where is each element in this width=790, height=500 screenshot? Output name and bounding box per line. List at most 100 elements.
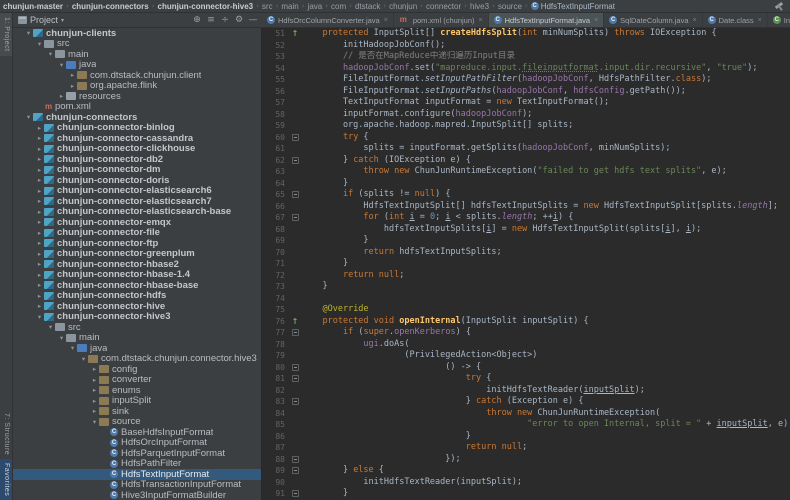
tree-item-hdfstransactioninputformat[interactable]: CHdfsTransactionInputFormat [13,480,261,491]
breadcrumb-item[interactable]: dtstack [355,2,380,11]
tree-expand-icon[interactable]: ▸ [35,124,44,132]
tree-collapse-icon[interactable]: ▾ [24,113,33,121]
tree-item-source[interactable]: ▾source [13,417,261,428]
tool-stripe-1-project[interactable]: 1: Project [0,13,12,56]
fold-region-icon[interactable] [292,191,299,198]
code-editor[interactable]: 51↑ protected InputSplit[] createHdfsSpl… [262,28,790,500]
tree-item-enums[interactable]: ▸enums [13,385,261,396]
tree-item-chunjun-connector-hbase2[interactable]: ▸chunjun-connector-hbase2 [13,259,261,270]
fold-region-icon[interactable] [292,490,299,497]
breadcrumb-item[interactable]: chunjun-connector-hive3 [158,2,254,11]
tree-item-converter[interactable]: ▸converter [13,375,261,386]
close-tab-icon[interactable]: × [594,17,598,24]
breadcrumb-item[interactable]: CHdfsTextInputFormat [531,2,615,11]
fold-region-icon[interactable] [292,329,299,336]
tool-stripe-7-structure[interactable]: 7: Structure [0,409,12,459]
tree-item-hdfspathfilter[interactable]: CHdfsPathFilter [13,459,261,470]
tree-item-chunjun-connector-cassandra[interactable]: ▸chunjun-connector-cassandra [13,133,261,144]
tree-item-java[interactable]: ▾java [13,60,261,71]
tree-expand-icon[interactable]: ▸ [35,218,44,226]
tree-expand-icon[interactable]: ▸ [90,407,99,415]
close-tab-icon[interactable]: × [479,17,483,24]
tree-expand-icon[interactable]: ▸ [35,166,44,174]
fold-region-icon[interactable] [292,134,299,141]
tree-expand-icon[interactable]: ▸ [35,145,44,153]
tree-item-basehdfsinputformat[interactable]: CBaseHdfsInputFormat [13,427,261,438]
breadcrumb-item[interactable]: chunjun [389,2,417,11]
tree-item-chunjun-connector-hbase-1-4[interactable]: ▸chunjun-connector-hbase-1.4 [13,270,261,281]
settings-gear-icon[interactable]: ⚙ [232,15,246,25]
tree-collapse-icon[interactable]: ▾ [79,355,88,363]
tree-item-chunjun-connector-elasticsearch7[interactable]: ▸chunjun-connector-elasticsearch7 [13,196,261,207]
tree-item-chunjun-connector-hive[interactable]: ▸chunjun-connector-hive [13,301,261,312]
tree-expand-icon[interactable]: ▸ [90,397,99,405]
expand-collapse-icon[interactable]: ÷ [218,15,232,25]
breadcrumb-item[interactable]: hive3 [470,2,489,11]
breadcrumb-item[interactable]: main [281,2,298,11]
tree-item-pom-xml[interactable]: mpom.xml [13,102,261,113]
tree-item-com-dtstack-chunjun-client[interactable]: ▸com.dtstack.chunjun.client [13,70,261,81]
tree-expand-icon[interactable]: ▸ [90,376,99,384]
tab-sqldatecolumn-java[interactable]: CSqlDateColumn.java× [604,13,702,27]
tree-expand-icon[interactable]: ▸ [68,82,77,90]
tree-item-chunjun-connector-greenplum[interactable]: ▸chunjun-connector-greenplum [13,249,261,260]
tree-item-chunjun-connector-db2[interactable]: ▸chunjun-connector-db2 [13,154,261,165]
tree-expand-icon[interactable]: ▸ [35,208,44,216]
build-hammer-icon[interactable] [774,1,785,12]
tree-item-chunjun-connector-ftp[interactable]: ▸chunjun-connector-ftp [13,238,261,249]
tree-item-hdfstextinputformat[interactable]: CHdfsTextInputFormat [13,469,261,480]
breadcrumb-item[interactable]: java [308,2,323,11]
tree-item-chunjun-connector-file[interactable]: ▸chunjun-connector-file [13,228,261,239]
tree-expand-icon[interactable]: ▸ [35,229,44,237]
chevron-down-icon[interactable]: ▾ [61,17,64,24]
tab-hdfstextinputformat-java[interactable]: CHdfsTextInputFormat.java× [489,13,605,27]
tree-expand-icon[interactable]: ▸ [35,302,44,310]
close-tab-icon[interactable]: × [758,17,762,24]
tree-item-chunjun-connector-hive3[interactable]: ▾chunjun-connector-hive3 [13,312,261,323]
tree-expand-icon[interactable]: ▸ [35,281,44,289]
hide-panel-icon[interactable]: — [246,15,260,25]
tree-item-java[interactable]: ▾java [13,343,261,354]
tab-inputformat-class[interactable]: CInputFormat.class× [768,13,790,27]
tree-item-chunjun-connector-elasticsearch-base[interactable]: ▸chunjun-connector-elasticsearch-base [13,207,261,218]
tree-collapse-icon[interactable]: ▾ [68,344,77,352]
tree-expand-icon[interactable]: ▸ [90,365,99,373]
tree-item-main[interactable]: ▾main [13,333,261,344]
tree-item-config[interactable]: ▸config [13,364,261,375]
override-method-gutter-icon[interactable]: ↑ [292,317,299,326]
collapse-all-icon[interactable]: ≡ [204,15,218,25]
close-tab-icon[interactable]: × [384,17,388,24]
tree-item-inputsplit[interactable]: ▸inputSplit [13,396,261,407]
fold-region-icon[interactable] [292,157,299,164]
fold-region-icon[interactable] [292,467,299,474]
tree-item-org-apache-flink[interactable]: ▸org.apache.flink [13,81,261,92]
tree-item-chunjun-connector-hdfs[interactable]: ▸chunjun-connector-hdfs [13,291,261,302]
tree-collapse-icon[interactable]: ▾ [46,323,55,331]
tree-item-chunjun-connector-doris[interactable]: ▸chunjun-connector-doris [13,175,261,186]
tree-expand-icon[interactable]: ▸ [35,239,44,247]
fold-region-icon[interactable] [292,375,299,382]
tree-collapse-icon[interactable]: ▾ [57,334,66,342]
tree-collapse-icon[interactable]: ▾ [24,29,33,37]
fold-region-icon[interactable] [292,214,299,221]
tab-pom-xml-chunjun-[interactable]: mpom.xml (chunjun)× [394,13,489,27]
tree-expand-icon[interactable]: ▸ [35,260,44,268]
tab-hdfsorccolumnconverter-java[interactable]: CHdfsOrcColumnConverter.java× [262,13,394,27]
tree-expand-icon[interactable]: ▸ [35,187,44,195]
breadcrumb-item[interactable]: chunjun-connectors [72,2,149,11]
tree-item-hdfsorcinputformat[interactable]: CHdfsOrcInputFormat [13,438,261,449]
breadcrumb-item[interactable]: chunjun-master [3,2,63,11]
locate-file-icon[interactable]: ⊕ [190,15,204,25]
tree-item-chunjun-connector-clickhouse[interactable]: ▸chunjun-connector-clickhouse [13,144,261,155]
fold-region-icon[interactable] [292,456,299,463]
tree-expand-icon[interactable]: ▸ [35,176,44,184]
tree-expand-icon[interactable]: ▸ [35,292,44,300]
tree-item-chunjun-connector-binlog[interactable]: ▸chunjun-connector-binlog [13,123,261,134]
tree-item-chunjun-clients[interactable]: ▾chunjun-clients [13,28,261,39]
override-method-gutter-icon[interactable]: ↑ [292,29,299,38]
fold-region-icon[interactable] [292,398,299,405]
tree-expand-icon[interactable]: ▸ [35,134,44,142]
tree-collapse-icon[interactable]: ▾ [35,313,44,321]
close-tab-icon[interactable]: × [693,17,697,24]
breadcrumb-item[interactable]: source [498,2,522,11]
